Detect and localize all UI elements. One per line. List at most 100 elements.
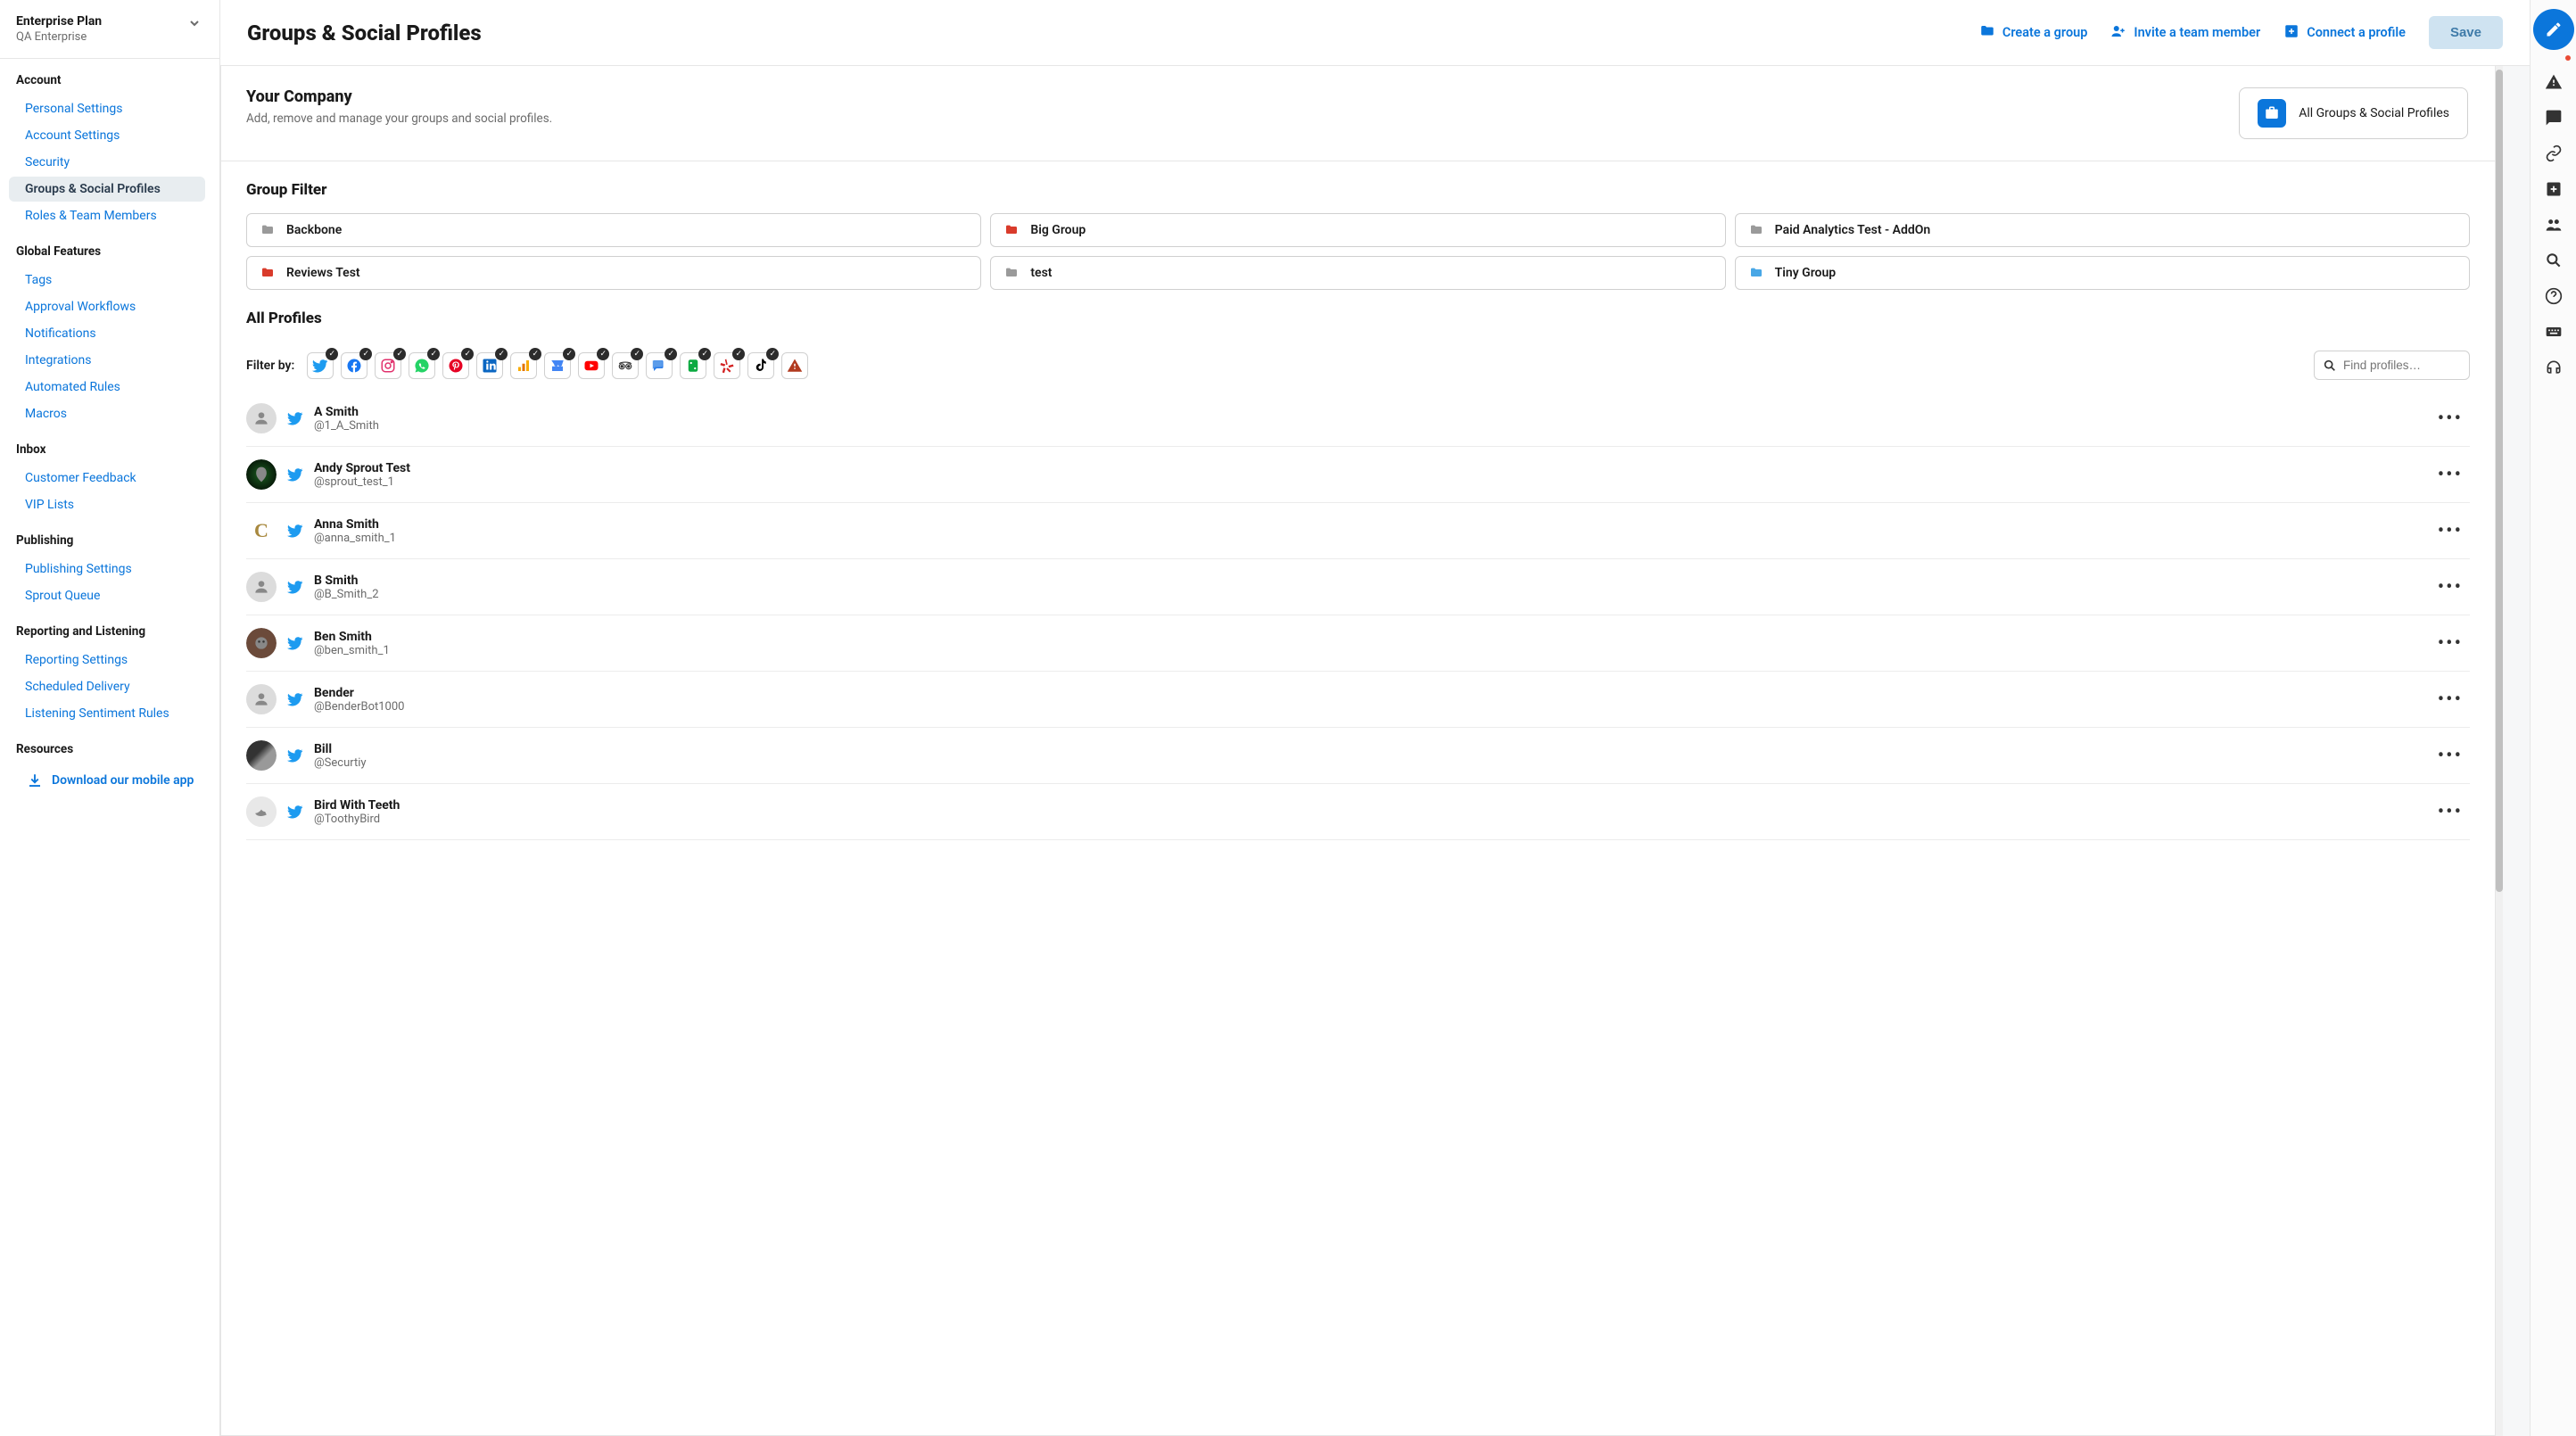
- twitter-icon: [287, 466, 303, 483]
- keyboard-icon[interactable]: [2545, 323, 2563, 341]
- platform-filter-youtube[interactable]: ✓: [578, 352, 605, 379]
- more-button[interactable]: •••: [2431, 573, 2470, 602]
- sidebar-item-automated-rules[interactable]: Automated Rules: [9, 375, 205, 400]
- sidebar-item-roles-team-members[interactable]: Roles & Team Members: [9, 203, 205, 228]
- save-button[interactable]: Save: [2429, 16, 2503, 49]
- all-groups-label: All Groups & Social Profiles: [2299, 106, 2449, 120]
- more-button[interactable]: •••: [2431, 516, 2470, 546]
- group-big-group[interactable]: Big Group: [990, 213, 1725, 247]
- sidebar-item-integrations[interactable]: Integrations: [9, 348, 205, 373]
- profile-row[interactable]: Bird With Teeth@ToothyBird•••: [246, 784, 2470, 840]
- folder-icon: [1979, 23, 1995, 43]
- profile-handle: @BenderBot1000: [314, 700, 404, 714]
- profile-row[interactable]: Ben Smith@ben_smith_1•••: [246, 615, 2470, 672]
- sidebar-item-security[interactable]: Security: [9, 150, 205, 175]
- sidebar-item-account-settings[interactable]: Account Settings: [9, 123, 205, 148]
- group-paid-analytics-test-addon[interactable]: Paid Analytics Test - AddOn: [1735, 213, 2470, 247]
- folder-icon: [1748, 223, 1764, 237]
- compose-button[interactable]: [2533, 9, 2574, 50]
- link-icon[interactable]: [2545, 144, 2563, 162]
- profile-row[interactable]: B Smith@B_Smith_2•••: [246, 559, 2470, 615]
- platform-filter-tripadvisor[interactable]: ✓: [612, 352, 639, 379]
- org-switcher[interactable]: Enterprise Plan QA Enterprise: [0, 0, 219, 59]
- scrollbar-thumb[interactable]: [2496, 70, 2503, 892]
- find-profiles-input[interactable]: [2314, 351, 2470, 380]
- profile-name: B Smith: [314, 574, 379, 588]
- profile-row[interactable]: Andy Sprout Test@sprout_test_1•••: [246, 447, 2470, 503]
- platform-filter-glassdoor[interactable]: ✓: [680, 352, 706, 379]
- sidebar-item-macros[interactable]: Macros: [9, 401, 205, 426]
- platform-filter-pinterest[interactable]: ✓: [442, 352, 469, 379]
- filter-by-label: Filter by:: [246, 359, 294, 373]
- avatar: [246, 403, 277, 433]
- right-rail: [2530, 0, 2576, 1436]
- more-button[interactable]: •••: [2431, 629, 2470, 658]
- create-group-button[interactable]: Create a group: [1979, 23, 2088, 43]
- platform-filter-reviews[interactable]: ✓: [646, 352, 673, 379]
- group-test[interactable]: test: [990, 256, 1725, 290]
- group-reviews-test[interactable]: Reviews Test: [246, 256, 981, 290]
- sidebar-item-tags[interactable]: Tags: [9, 268, 205, 293]
- avatar: [246, 572, 277, 602]
- more-button[interactable]: •••: [2431, 685, 2470, 714]
- sidebar-item-listening-sentiment-rules[interactable]: Listening Sentiment Rules: [9, 701, 205, 726]
- add-icon[interactable]: [2545, 180, 2563, 198]
- help-icon[interactable]: [2545, 287, 2563, 305]
- twitter-icon: [287, 691, 303, 707]
- profile-row[interactable]: CAnna Smith@anna_smith_1•••: [246, 503, 2470, 559]
- profile-row[interactable]: Bender@BenderBot1000•••: [246, 672, 2470, 728]
- more-button[interactable]: •••: [2431, 460, 2470, 490]
- facebook-icon: [346, 358, 362, 374]
- headset-icon[interactable]: [2545, 359, 2563, 376]
- platform-filter-whatsapp[interactable]: ✓: [409, 352, 435, 379]
- platform-filter-twitter[interactable]: ✓: [307, 352, 334, 379]
- search-icon-rail[interactable]: [2545, 252, 2563, 269]
- group-backbone[interactable]: Backbone: [246, 213, 981, 247]
- sidebar-item-approval-workflows[interactable]: Approval Workflows: [9, 294, 205, 319]
- group-tiny-group[interactable]: Tiny Group: [1735, 256, 2470, 290]
- more-button[interactable]: •••: [2431, 797, 2470, 827]
- chevron-down-icon: [186, 14, 203, 36]
- sidebar-item-notifications[interactable]: Notifications: [9, 321, 205, 346]
- platform-filter-google-analytics[interactable]: ✓: [510, 352, 537, 379]
- search-icon: [2323, 359, 2337, 373]
- group-icon[interactable]: [2545, 216, 2563, 234]
- group-label: Reviews Test: [286, 266, 360, 280]
- sidebar-scroll[interactable]: AccountPersonal SettingsAccount Settings…: [0, 59, 219, 1436]
- page-title: Groups & Social Profiles: [247, 21, 482, 45]
- scrollbar-track[interactable]: [2496, 66, 2503, 1436]
- alert-icon[interactable]: [2545, 73, 2563, 91]
- all-groups-box[interactable]: All Groups & Social Profiles: [2239, 87, 2468, 139]
- platform-filter-instagram[interactable]: ✓: [375, 352, 401, 379]
- sidebar-item-vip-lists[interactable]: VIP Lists: [9, 492, 205, 517]
- sidebar-item-sprout-queue[interactable]: Sprout Queue: [9, 583, 205, 608]
- profile-row[interactable]: Bill@Securtiy•••: [246, 728, 2470, 784]
- platform-filter-tiktok[interactable]: ✓: [747, 352, 774, 379]
- platform-filter-yelp[interactable]: ✓: [714, 352, 740, 379]
- sidebar-item-customer-feedback[interactable]: Customer Feedback: [9, 466, 205, 491]
- sidebar-item-personal-settings[interactable]: Personal Settings: [9, 96, 205, 121]
- connect-profile-button[interactable]: Connect a profile: [2283, 23, 2406, 43]
- more-button[interactable]: •••: [2431, 741, 2470, 771]
- sidebar-item-publishing-settings[interactable]: Publishing Settings: [9, 557, 205, 582]
- profile-handle: @ToothyBird: [314, 813, 400, 826]
- check-icon: ✓: [529, 348, 541, 360]
- more-button[interactable]: •••: [2431, 404, 2470, 433]
- platform-filter-warning[interactable]: [781, 352, 808, 379]
- platform-filter-facebook[interactable]: ✓: [341, 352, 367, 379]
- profile-row[interactable]: A Smith@1_A_Smith•••: [246, 391, 2470, 447]
- download-icon: [27, 772, 43, 788]
- chat-icon[interactable]: [2545, 109, 2563, 127]
- platform-filter-google-business[interactable]: ✓: [544, 352, 571, 379]
- download-app-link[interactable]: Download our mobile app: [52, 773, 194, 788]
- profile-name: Ben Smith: [314, 630, 390, 644]
- invite-team-button[interactable]: Invite a team member: [2110, 23, 2260, 43]
- profile-list: A Smith@1_A_Smith•••Andy Sprout Test@spr…: [221, 391, 2495, 840]
- sidebar-item-scheduled-delivery[interactable]: Scheduled Delivery: [9, 674, 205, 699]
- group-label: Big Group: [1030, 223, 1086, 237]
- folder-icon: [260, 266, 276, 280]
- sidebar-item-reporting-settings[interactable]: Reporting Settings: [9, 648, 205, 673]
- platform-filter-linkedin[interactable]: ✓: [476, 352, 503, 379]
- org-name: QA Enterprise: [16, 30, 102, 44]
- sidebar-item-groups-social-profiles[interactable]: Groups & Social Profiles: [9, 177, 205, 202]
